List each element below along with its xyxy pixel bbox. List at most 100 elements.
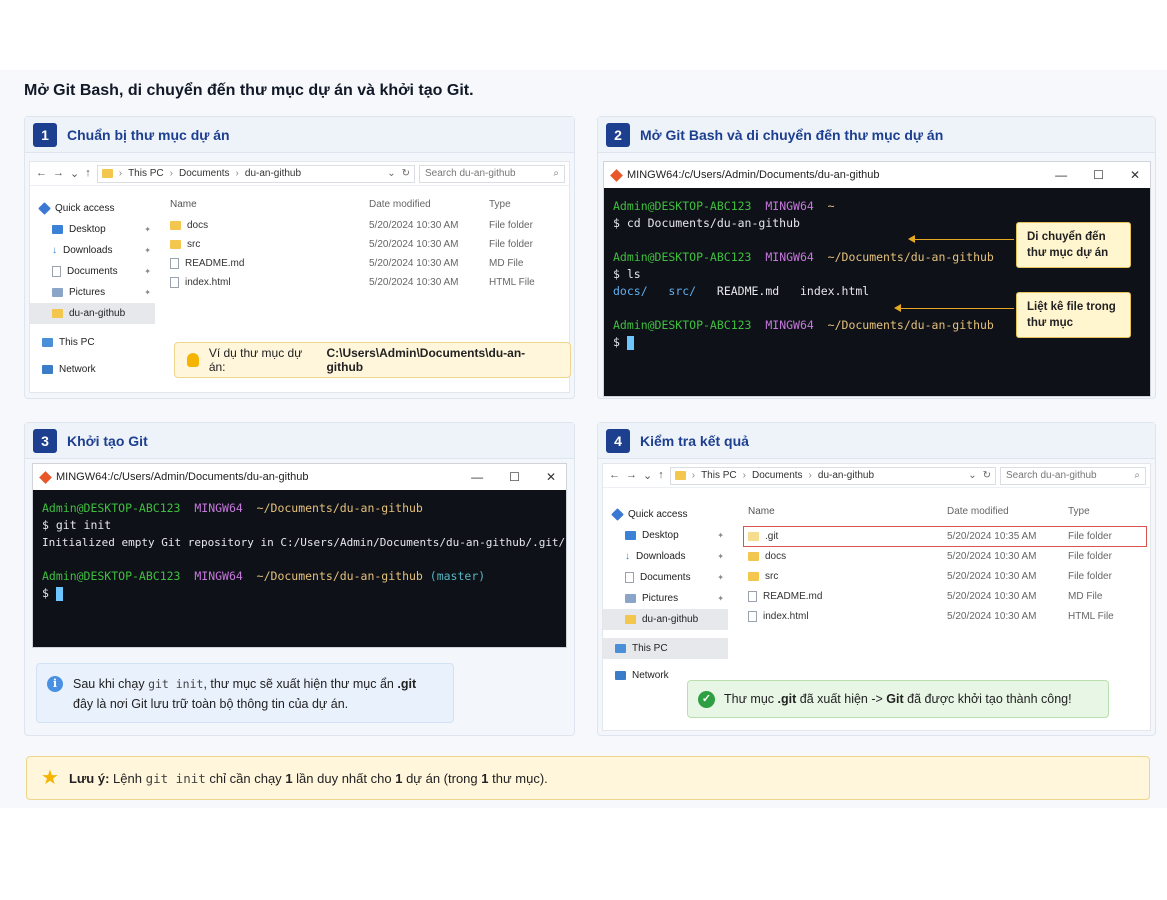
sidebar-item-quick-access[interactable]: Quick access: [603, 504, 728, 525]
note-bold: .git: [397, 677, 417, 691]
sidebar-label: This PC: [632, 643, 668, 654]
maximize-icon[interactable]: ☐: [1093, 168, 1104, 182]
list-item[interactable]: src 5/20/2024 10:30 AM File folder: [170, 235, 579, 254]
column-header-name[interactable]: Name: [748, 506, 947, 517]
sidebar-item-du-an-github[interactable]: du-an-github: [30, 303, 155, 324]
chevron-down-icon[interactable]: ⌄: [387, 168, 395, 179]
sidebar-item-network[interactable]: Network: [30, 359, 155, 380]
sidebar-item-pictures[interactable]: Pictures ✦: [30, 282, 155, 303]
column-header-date[interactable]: Date modified: [369, 199, 489, 210]
download-icon: ↓: [52, 245, 57, 256]
folder-icon: [625, 615, 636, 624]
pin-icon: ✦: [717, 594, 724, 603]
example-label: Ví dụ thư mục dự án:: [208, 346, 303, 374]
minimize-icon[interactable]: —: [471, 470, 483, 484]
list-item[interactable]: .git 5/20/2024 10:35 AM File folder: [748, 526, 1158, 546]
sidebar-item-documents[interactable]: Documents ✦: [603, 567, 728, 588]
note-text: Lệnh: [113, 770, 142, 786]
file-icon: [748, 610, 757, 622]
chevron-right-icon: ›: [235, 168, 239, 179]
text-cursor: [626, 335, 634, 350]
network-icon: [42, 365, 53, 374]
search-input[interactable]: Search du-an-github ⌕: [1000, 466, 1146, 485]
list-header: Name Date modified Type: [748, 496, 1158, 526]
breadcrumb-item[interactable]: du-an-github: [245, 168, 301, 179]
sidebar-label: Downloads: [63, 245, 113, 256]
prompt-shell: MINGW64: [194, 501, 243, 515]
note-bold: 1: [481, 770, 489, 786]
prompt-user: Admin@DESKTOP-ABC123: [613, 250, 752, 264]
breadcrumb-item[interactable]: Documents: [179, 168, 230, 179]
up-icon[interactable]: ↑: [658, 469, 664, 482]
recent-icon[interactable]: ⌄: [70, 167, 79, 180]
column-header-name[interactable]: Name: [170, 199, 369, 210]
sidebar-item-downloads[interactable]: ↓ Downloads ✦: [603, 546, 728, 567]
back-icon[interactable]: ←: [36, 167, 47, 180]
recent-icon[interactable]: ⌄: [643, 469, 652, 482]
pin-icon: ✦: [717, 573, 724, 582]
file-list: Name Date modified Type docs 5/20/2024 1…: [170, 192, 579, 292]
sidebar-item-desktop[interactable]: Desktop ✦: [30, 219, 155, 240]
refresh-icon[interactable]: ↻: [983, 470, 991, 481]
callout-ls: Liệt kê file trong thư mục: [1016, 292, 1131, 338]
desktop-icon: [52, 225, 63, 234]
breadcrumb-item[interactable]: This PC: [128, 168, 164, 179]
close-icon[interactable]: ✕: [546, 470, 556, 484]
list-item[interactable]: README.md 5/20/2024 10:30 AM MD File: [748, 586, 1158, 606]
list-item[interactable]: index.html 5/20/2024 10:30 AM HTML File: [170, 273, 579, 292]
note-bold: 1: [285, 770, 293, 786]
success-note: ✓ Thư mục .git đã xuất hiện -> Git đã đư…: [687, 680, 1109, 718]
list-item[interactable]: docs 5/20/2024 10:30 AM File folder: [748, 546, 1158, 566]
prompt-user: Admin@DESKTOP-ABC123: [42, 501, 181, 515]
column-header-type[interactable]: Type: [1068, 506, 1158, 517]
note-text: thư mục).: [492, 770, 548, 786]
warning-note: ★ Lưu ý: Lệnh git init chỉ cần chạy 1 lầ…: [26, 756, 1150, 800]
breadcrumb-item[interactable]: Documents: [752, 470, 803, 481]
search-input[interactable]: Search du-an-github ⌕: [419, 164, 565, 183]
minimize-icon[interactable]: —: [1055, 168, 1067, 182]
sidebar-item-this-pc[interactable]: This PC: [603, 638, 728, 659]
forward-icon[interactable]: →: [626, 469, 637, 482]
note-bold: .git: [777, 692, 797, 706]
back-icon[interactable]: ←: [609, 469, 620, 482]
info-line-2: đây là nơi Git lưu trữ toàn bộ thông tin…: [73, 697, 349, 711]
up-icon[interactable]: ↑: [85, 167, 91, 180]
terminal-output[interactable]: Admin@DESKTOP-ABC123 MINGW64 ~/Documents…: [33, 490, 566, 612]
file-name: index.html: [763, 610, 809, 622]
list-item[interactable]: docs 5/20/2024 10:30 AM File folder: [170, 216, 579, 235]
note-text: đã xuất hiện ->: [799, 692, 883, 706]
chevron-down-icon[interactable]: ⌄: [968, 470, 976, 481]
breadcrumb-item[interactable]: du-an-github: [818, 470, 874, 481]
sidebar-label: Quick access: [628, 509, 688, 520]
address-bar[interactable]: › This PC › Documents › du-an-github ⌄ ↻: [669, 466, 996, 485]
sidebar-item-du-an-github[interactable]: du-an-github: [603, 609, 728, 630]
sidebar-item-quick-access[interactable]: Quick access: [30, 198, 155, 219]
folder-icon: [52, 309, 63, 318]
maximize-icon[interactable]: ☐: [509, 470, 520, 484]
sidebar-item-desktop[interactable]: Desktop ✦: [603, 525, 728, 546]
folder-icon: [748, 551, 759, 561]
list-item[interactable]: README.md 5/20/2024 10:30 AM MD File: [170, 254, 579, 273]
sidebar-label: Desktop: [642, 530, 679, 541]
prompt-shell: MINGW64: [765, 250, 814, 264]
prompt-user: Admin@DESKTOP-ABC123: [42, 569, 181, 583]
list-item[interactable]: src 5/20/2024 10:30 AM File folder: [748, 566, 1158, 586]
close-icon[interactable]: ✕: [1130, 168, 1140, 182]
sidebar-item-pictures[interactable]: Pictures ✦: [603, 588, 728, 609]
file-name: docs: [187, 220, 209, 231]
refresh-icon[interactable]: ↻: [402, 168, 410, 179]
sidebar-item-documents[interactable]: Documents ✦: [30, 261, 155, 282]
nav-arrows: ← → ⌄ ↑: [603, 469, 670, 482]
address-bar[interactable]: › This PC › Documents › du-an-github ⌄ ↻: [96, 164, 415, 183]
window-title: MINGW64:/c/Users/Admin/Documents/du-an-g…: [56, 471, 309, 483]
sidebar-item-downloads[interactable]: ↓ Downloads ✦: [30, 240, 155, 261]
forward-icon[interactable]: →: [53, 167, 64, 180]
sidebar-item-this-pc[interactable]: This PC: [30, 332, 155, 353]
note-bold: 1: [395, 770, 403, 786]
file-name: src: [187, 239, 201, 250]
column-header-date[interactable]: Date modified: [947, 506, 1068, 517]
breadcrumb-item[interactable]: This PC: [701, 470, 737, 481]
column-header-type[interactable]: Type: [489, 199, 579, 210]
list-item[interactable]: index.html 5/20/2024 10:30 AM HTML File: [748, 606, 1158, 626]
success-text: Thư mục .git đã xuất hiện -> Git đã được…: [724, 692, 1072, 706]
